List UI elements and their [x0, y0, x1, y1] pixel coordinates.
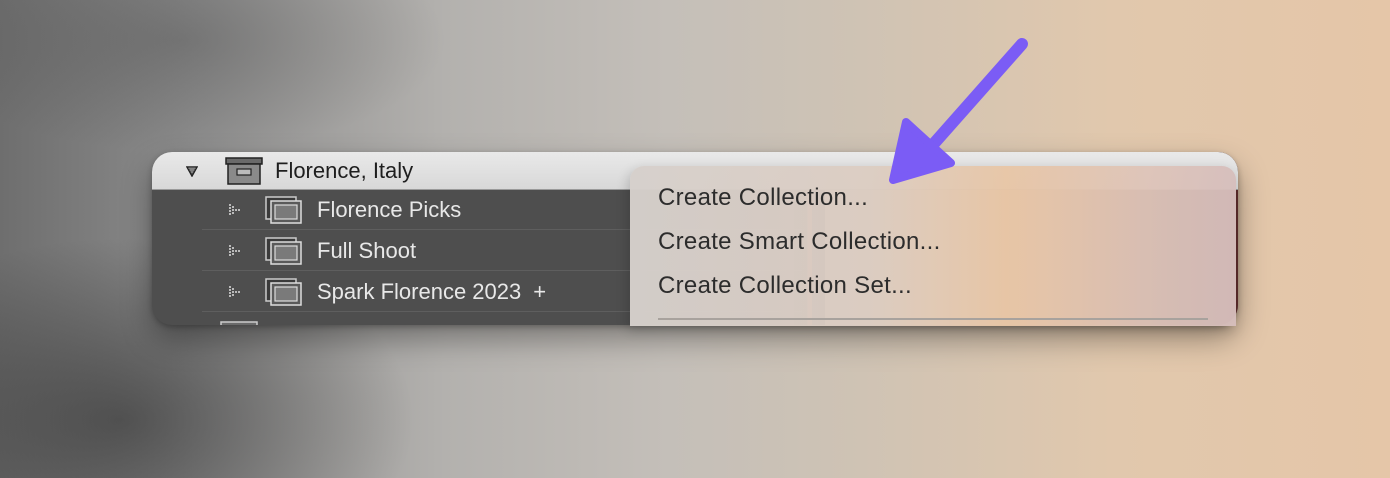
- collection-disclosure-icon: [227, 285, 243, 299]
- collection-label: Full Shoot: [317, 238, 417, 263]
- menu-separator: [658, 318, 1208, 320]
- target-collection-marker: +: [533, 279, 547, 304]
- menu-item-create-collection-set[interactable]: Create Collection Set...: [658, 272, 912, 300]
- collection-set-label: Florence, Italy: [275, 157, 414, 183]
- collection-disclosure-icon: [227, 244, 243, 258]
- menu-item-create-collection[interactable]: Create Collection...: [658, 184, 868, 212]
- collection-label: Florence Picks: [317, 197, 462, 222]
- collection-icon: [265, 196, 303, 224]
- collection-disclosure-icon: [227, 203, 243, 217]
- collection-set-icon: [220, 321, 258, 325]
- disclosure-expanded-icon[interactable]: [185, 164, 199, 178]
- collection-set-icon: [225, 156, 263, 185]
- collection-icon: [265, 278, 303, 306]
- context-menu: Create Collection... Create Smart Collec…: [630, 166, 1236, 326]
- menu-item-create-smart-collection[interactable]: Create Smart Collection...: [658, 228, 941, 256]
- collection-label: Spark Florence 2023: [317, 279, 522, 304]
- collection-icon: [265, 237, 303, 265]
